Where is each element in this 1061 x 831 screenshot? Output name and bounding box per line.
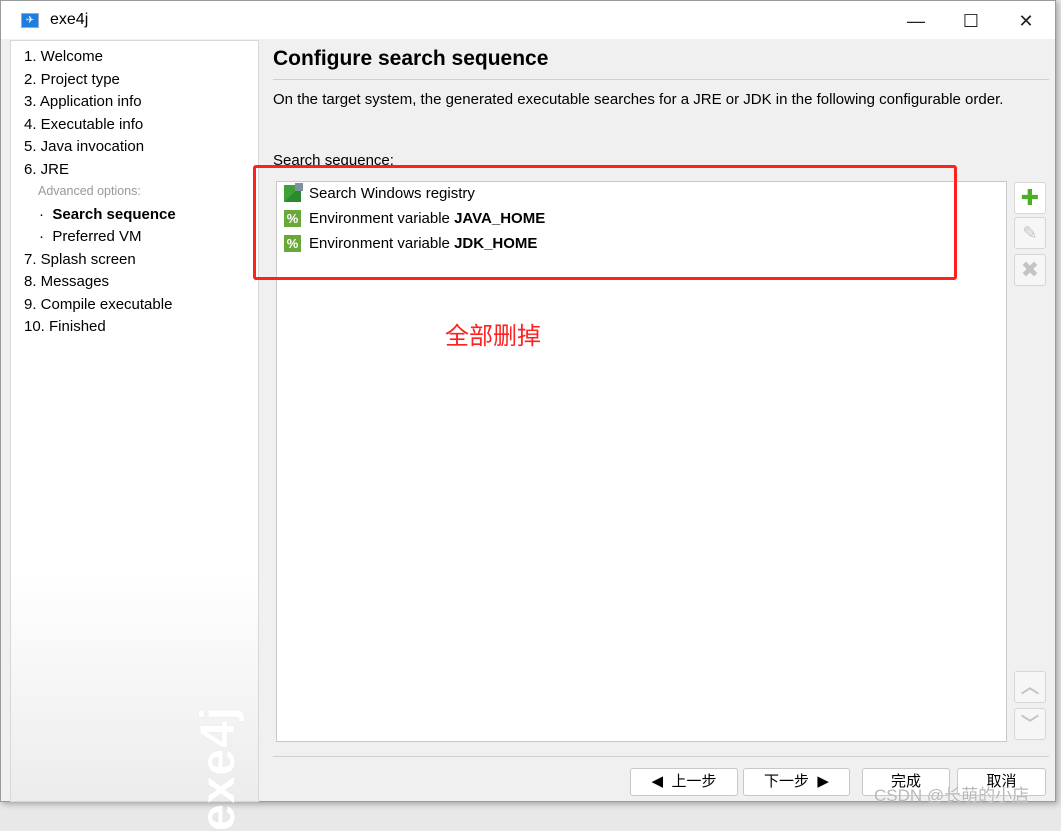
step-search-sequence[interactable]: · Search sequence <box>39 206 176 223</box>
step-compile-executable[interactable]: 9. Compile executable <box>24 296 172 313</box>
chevron-up-icon: ︿ <box>1021 677 1039 697</box>
app-rocket-icon: ✈ <box>21 13 39 28</box>
move-down-button[interactable]: ﹀ <box>1014 708 1046 740</box>
step-preferred-vm[interactable]: · Preferred VM <box>39 228 142 245</box>
move-up-button[interactable]: ︿ <box>1014 671 1046 703</box>
step-splash-screen[interactable]: 7. Splash screen <box>24 251 136 268</box>
minimize-button[interactable]: — <box>901 9 931 33</box>
step-finished[interactable]: 10. Finished <box>24 318 106 335</box>
step-application-info[interactable]: 3. Application info <box>24 93 142 110</box>
triangle-right-icon: ▶ <box>817 773 829 790</box>
exe4j-watermark-logo: exe4j <box>192 705 245 831</box>
maximize-button[interactable]: ☐ <box>956 9 986 33</box>
delete-x-icon: ✖ <box>1020 257 1040 282</box>
triangle-left-icon: ◀ <box>651 773 664 790</box>
step-java-invocation[interactable]: 5. Java invocation <box>24 138 144 155</box>
next-button[interactable]: 下一步 ▶ <box>743 768 850 796</box>
footer-divider <box>273 756 1049 757</box>
title-divider <box>273 79 1049 80</box>
step-preferred-vm-label: Preferred VM <box>52 228 142 245</box>
step-messages[interactable]: 8. Messages <box>24 273 109 290</box>
delete-entry-button[interactable]: ✖ <box>1014 254 1046 286</box>
advanced-options-label: Advanced options: <box>38 184 141 198</box>
window-title: exe4j <box>50 11 89 28</box>
title-bar: ✈ exe4j — ☐ ✕ <box>1 1 1055 39</box>
wizard-steps-sidebar: 1. Welcome 2. Project type 3. Applicatio… <box>10 40 259 831</box>
previous-label: 上一步 <box>671 773 717 790</box>
edit-entry-button[interactable]: ✎ <box>1014 217 1046 249</box>
step-executable-info[interactable]: 4. Executable info <box>24 116 143 133</box>
exe4j-window: ✈ exe4j — ☐ ✕ 1. Welcome 2. Project type… <box>0 0 1056 831</box>
step-search-sequence-label: Search sequence <box>52 206 176 223</box>
page-title: Configure search sequence <box>273 47 549 70</box>
next-label: 下一步 <box>764 773 810 790</box>
annotation-highlight-box <box>253 165 957 280</box>
previous-button[interactable]: ◀ 上一步 <box>630 768 738 796</box>
page-description: On the target system, the generated exec… <box>273 91 1004 108</box>
close-button[interactable]: ✕ <box>1011 9 1041 33</box>
csdn-watermark: CSDN @长萌的小店 <box>874 786 1030 805</box>
annotation-text: 全部删掉 <box>445 323 541 350</box>
edit-icon: ✎ <box>1022 223 1038 243</box>
step-jre[interactable]: 6. JRE <box>24 161 69 178</box>
plus-icon: ✚ <box>1020 185 1040 210</box>
add-entry-button[interactable]: ✚ <box>1014 182 1046 214</box>
step-welcome[interactable]: 1. Welcome <box>24 48 103 65</box>
chevron-down-icon: ﹀ <box>1021 714 1039 734</box>
step-project-type[interactable]: 2. Project type <box>24 71 120 88</box>
